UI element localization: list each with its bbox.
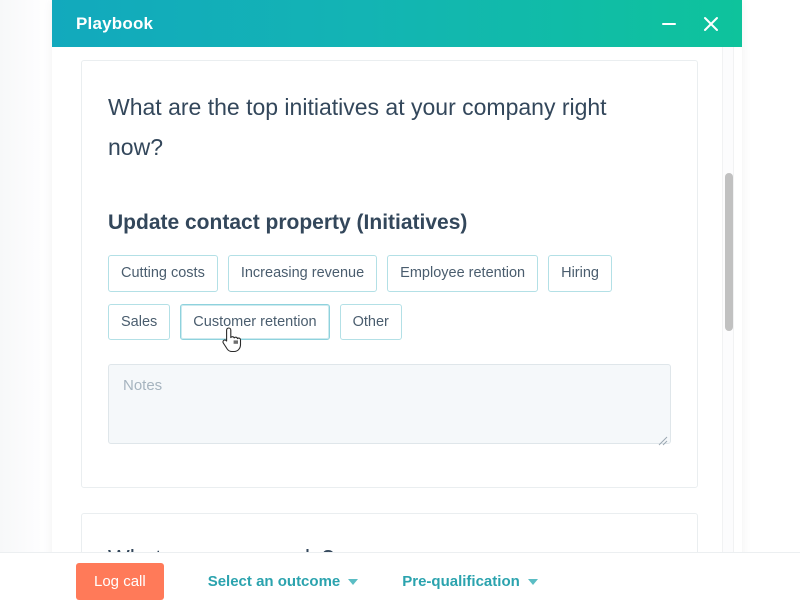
log-call-button[interactable]: Log call [76, 563, 164, 600]
pre-qualification-dropdown[interactable]: Pre-qualification [402, 573, 538, 590]
modal-header: Playbook [52, 0, 742, 47]
option-chip-hiring[interactable]: Hiring [548, 255, 612, 292]
pre-qualification-label: Pre-qualification [402, 573, 520, 590]
notes-input[interactable] [108, 364, 671, 444]
option-chip-sales[interactable]: Sales [108, 303, 171, 340]
vertical-scrollbar-track[interactable] [722, 47, 734, 552]
playbook-card-initiatives: What are the top initiatives at your com… [81, 60, 698, 488]
window-title: Playbook [76, 13, 154, 33]
chevron-down-icon [348, 578, 359, 585]
close-icon[interactable] [698, 11, 724, 37]
property-update-heading: Update contact property (Initiatives) [108, 211, 468, 234]
option-chip-cutting-costs[interactable]: Cutting costs [108, 255, 218, 292]
option-chip-customer-retention[interactable]: Customer retention [180, 303, 330, 340]
select-outcome-dropdown[interactable]: Select an outcome [208, 573, 359, 590]
playbook-footer: Log call Select an outcome Pre-qualifica… [0, 552, 800, 610]
playbook-scroll-area[interactable]: What are the top initiatives at your com… [52, 47, 742, 552]
minimize-icon[interactable] [656, 11, 682, 37]
notes-field-wrapper [108, 364, 671, 449]
option-chip-increasing-revenue[interactable]: Increasing revenue [227, 255, 378, 292]
playbook-modal: Playbook What are the top initiatives at… [52, 0, 742, 610]
option-chip-other[interactable]: Other [339, 303, 402, 340]
playbook-card-next: What are your needs? [81, 513, 698, 552]
screen: Playbook What are the top initiatives at… [0, 0, 800, 610]
option-chip-group: Cutting costs Increasing revenue Employe… [108, 255, 668, 340]
chevron-down-icon [527, 578, 538, 585]
window-controls [656, 0, 724, 47]
question-text-next: What are your needs? [82, 514, 697, 552]
page-background-left [0, 0, 52, 610]
vertical-scrollbar-thumb[interactable] [725, 173, 733, 331]
option-chip-employee-retention[interactable]: Employee retention [387, 255, 539, 292]
question-text: What are the top initiatives at your com… [108, 94, 607, 160]
select-outcome-label: Select an outcome [207, 573, 341, 590]
